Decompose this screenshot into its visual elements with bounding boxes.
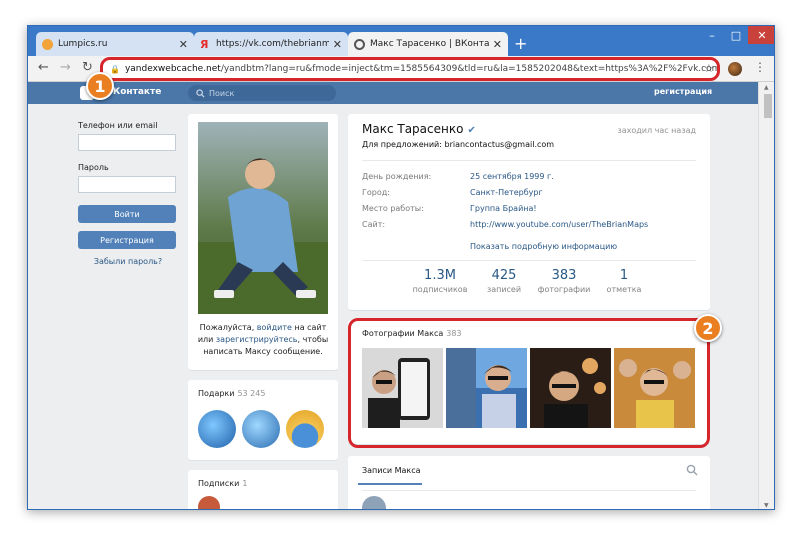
counter-number: 1 [619, 268, 629, 283]
register-button[interactable]: Регистрация [78, 231, 176, 249]
profile-name-text: Макс Тарасенко [362, 122, 464, 136]
password-input[interactable] [78, 176, 176, 193]
subscription-avatar[interactable] [198, 496, 220, 509]
profile-info-card: Макс Тарасенко ✔ Для предложений: brianco… [348, 114, 710, 310]
annotation-badge: 1 [86, 72, 114, 100]
profile-name: Макс Тарасенко ✔ [362, 122, 476, 136]
wall-card: Записи Макса [348, 456, 710, 509]
info-value[interactable]: http://www.youtube.com/user/TheBrianMaps [470, 220, 648, 229]
register-link[interactable]: регистрация [654, 87, 712, 96]
close-tab-icon[interactable]: ✕ [333, 38, 342, 51]
info-value[interactable]: Санкт-Петербург [470, 188, 543, 197]
vk-search-input[interactable]: Поиск [188, 85, 336, 101]
annotation-badge: 2 [694, 314, 722, 342]
gifts-card: Подарки 53 245 [188, 380, 338, 460]
info-value[interactable]: Группа Брайна! [470, 204, 537, 213]
tab-lumpics[interactable]: Lumpics.ru ✕ [36, 32, 194, 56]
verified-icon: ✔ [467, 125, 476, 136]
info-key: Место работы: [362, 204, 424, 213]
info-value[interactable]: 25 сентября 1999 г. [470, 172, 554, 181]
wall-tab[interactable]: Записи Макса [362, 466, 421, 475]
phone-label: Телефон или email [78, 121, 158, 130]
login-button[interactable]: Войти [78, 205, 176, 223]
info-key: Сайт: [362, 220, 386, 229]
avatar-card: Пожалуйста, войдите на сайт или зарегист… [188, 114, 338, 370]
subscriptions-card: Подписки 1 [188, 470, 338, 509]
annotation-highlight-photos [348, 318, 710, 448]
reload-icon[interactable]: ↻ [82, 60, 93, 75]
subscriptions-header[interactable]: Подписки 1 [198, 479, 247, 488]
arrow-right-icon[interactable]: → [60, 60, 71, 75]
close-tab-icon[interactable]: ✕ [493, 38, 502, 51]
tab-yandex[interactable]: Я https://vk.com/thebrianmaps site ✕ [194, 32, 348, 56]
yandex-favicon-icon: Я [200, 37, 209, 51]
divider [362, 160, 696, 161]
profile-status: Для предложений: briancontactus@gmail.co… [362, 140, 555, 149]
phone-input[interactable] [78, 134, 176, 151]
gifts-title: Подарки [198, 389, 235, 398]
search-icon [196, 88, 205, 98]
message-text: Пожалуйста, [199, 323, 257, 332]
close-tab-icon[interactable]: ✕ [179, 38, 188, 51]
write-message-prompt: Пожалуйста, войдите на сайт или зарегист… [196, 322, 330, 358]
password-label: Пароль [78, 163, 109, 172]
forgot-password-link[interactable]: Забыли пароль? [78, 257, 178, 266]
gifts-header[interactable]: Подарки 53 245 [198, 389, 265, 398]
maximize-button[interactable]: □ [724, 26, 748, 44]
scrollbar-thumb[interactable] [764, 94, 772, 118]
online-status: заходил час назад [617, 126, 696, 135]
extension-icon[interactable] [728, 62, 742, 76]
minimize-button[interactable]: – [700, 26, 724, 44]
info-key: День рождения: [362, 172, 432, 181]
register-link[interactable]: зарегистрируйтесь [216, 335, 298, 344]
profile-photo[interactable] [198, 122, 328, 314]
vertical-scrollbar[interactable]: ▲ ▼ [758, 82, 774, 509]
gift-globe-icon[interactable] [242, 410, 280, 448]
scroll-down-icon[interactable]: ▼ [764, 502, 769, 509]
arrow-left-icon[interactable]: ← [38, 60, 49, 75]
browser-window: Lumpics.ru ✕ Я https://vk.com/thebrianma… [27, 25, 775, 510]
info-key: Город: [362, 188, 390, 197]
annotation-highlight-address-bar [100, 57, 720, 81]
tab-title: https://vk.com/thebrianmaps site [216, 39, 329, 49]
gifts-count: 53 245 [237, 389, 266, 398]
login-form: Телефон или email Пароль Войти Регистрац… [78, 121, 178, 266]
tab-title: Макс Тарасенко | ВКонтакте [370, 39, 489, 49]
search-placeholder: Поиск [209, 88, 235, 98]
tab-bar: Lumpics.ru ✕ Я https://vk.com/thebrianma… [28, 26, 774, 56]
subscriptions-title: Подписки [198, 479, 240, 488]
gift-globe-icon[interactable] [198, 410, 236, 448]
tab-title: Lumpics.ru [58, 39, 108, 49]
subscriptions-count: 1 [242, 479, 248, 488]
post-author-avatar[interactable] [362, 496, 386, 509]
show-more-link[interactable]: Показать подробную информацию [470, 242, 617, 251]
kebab-menu-icon[interactable]: ⋮ [754, 60, 766, 74]
lumpics-favicon-icon [42, 38, 53, 50]
counter-tags[interactable]: 1 отметка [584, 268, 664, 294]
globe-favicon-icon [354, 38, 365, 50]
login-link[interactable]: войдите [257, 323, 292, 332]
wall-tab-underline [358, 483, 422, 485]
counter-label: отметка [606, 285, 642, 294]
vk-brand[interactable]: ВКонтакте [106, 87, 161, 97]
vk-header: ВКонтакте Поиск регистрация [28, 82, 758, 104]
new-tab-button[interactable]: + [514, 34, 527, 53]
tab-vk-profile[interactable]: Макс Тарасенко | ВКонтакте ✕ [348, 32, 508, 56]
gift-bag-icon[interactable] [286, 410, 324, 448]
close-window-button[interactable]: ✕ [748, 26, 774, 44]
scroll-up-icon[interactable]: ▲ [764, 84, 769, 91]
divider [362, 260, 696, 261]
divider [362, 490, 696, 491]
search-icon[interactable] [686, 464, 698, 476]
